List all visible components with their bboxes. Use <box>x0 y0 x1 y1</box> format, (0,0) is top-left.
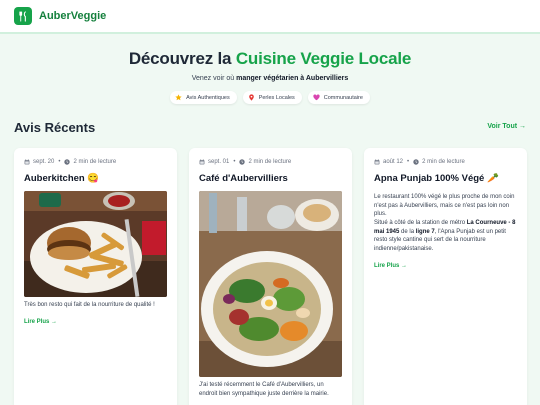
brand-name[interactable]: AuberVeggie <box>39 10 106 22</box>
feature-badges: Avis Authentiques Perles Locales Communa… <box>0 91 540 104</box>
card-title[interactable]: Auberkitchen 😋 <box>24 173 167 185</box>
card-title[interactable]: Café d'Aubervilliers <box>199 173 342 185</box>
card-read-time: 2 min de lecture <box>73 159 117 165</box>
calendar-icon <box>374 159 380 165</box>
review-card-apna-punjab[interactable]: août 12 • 2 min de lecture Apna Punjab 1… <box>364 148 527 405</box>
card-read-time: 2 min de lecture <box>248 159 292 165</box>
badge-community: Communautaire <box>307 91 370 104</box>
separator-dot: • <box>407 159 410 165</box>
hero-title: Découvrez la Cuisine Veggie Locale <box>0 49 540 69</box>
navbar: AuberVeggie <box>0 0 540 34</box>
heart-icon <box>313 94 320 101</box>
burger-fries-photo[interactable] <box>24 191 167 297</box>
calendar-icon <box>24 159 30 165</box>
hero-subtitle-prefix: Venez voir où <box>191 75 237 82</box>
badge-label: Communautaire <box>323 94 363 101</box>
read-more-link[interactable]: Lire Plus → <box>374 263 517 269</box>
salad-plate-photo[interactable] <box>199 191 342 377</box>
clock-icon <box>239 159 246 165</box>
hero-subtitle-bold: manger végétarien à Aubervilliers <box>236 75 349 82</box>
hero-subtitle: Venez voir où manger végétarien à Auberv… <box>0 75 540 82</box>
card-excerpt: Très bon resto qui fait de la nourriture… <box>24 302 155 308</box>
excerpt-metro-line: ligne 7 <box>415 228 435 235</box>
see-all-link[interactable]: Voir Tout → <box>487 123 526 130</box>
fork-knife-logo-icon[interactable] <box>14 7 32 25</box>
hero: Découvrez la Cuisine Veggie Locale Venez… <box>0 34 540 118</box>
clock-icon <box>64 159 71 165</box>
badge-label: Perles Locales <box>258 94 295 101</box>
card-date: août 12 <box>383 159 404 165</box>
star-icon <box>175 94 182 101</box>
excerpt-text: Situé à côté de la station de métro <box>374 220 467 227</box>
separator-dot: • <box>233 159 236 165</box>
card-title[interactable]: Apna Punjab 100% Végé 🥕 <box>374 173 517 185</box>
location-pin-icon <box>248 94 254 101</box>
review-card-auberkitchen[interactable]: sept. 20 • 2 min de lecture Auberkitchen… <box>14 148 177 405</box>
hero-title-prefix: Découvrez la <box>128 49 236 68</box>
card-read-time: 2 min de lecture <box>422 159 465 165</box>
badge-authentic-reviews: Avis Authentiques <box>170 91 237 104</box>
card-date: sept. 20 <box>33 159 55 165</box>
badge-label: Avis Authentiques <box>186 94 230 101</box>
review-card-cafe-aubervilliers[interactable]: sept. 01 • 2 min de lecture Café d'Auber… <box>189 148 352 405</box>
clock-icon <box>413 159 419 165</box>
card-meta: août 12 • 2 min de lecture <box>374 158 517 166</box>
card-date: sept. 01 <box>208 159 230 165</box>
card-meta: sept. 20 • 2 min de lecture <box>24 158 167 166</box>
section-title: Avis Récents <box>14 120 96 135</box>
badge-local-gems: Perles Locales <box>242 91 302 104</box>
card-excerpt: J'ai testé récemment le Café d'Aubervill… <box>199 382 329 397</box>
card-excerpt: Le restaurant 100% végé le plus proche d… <box>374 193 517 254</box>
excerpt-text: de la <box>399 228 416 235</box>
read-more-link[interactable]: Lire Plus → <box>24 319 167 325</box>
hero-title-accent: Cuisine Veggie Locale <box>235 49 412 68</box>
excerpt-paragraph-1: Le restaurant 100% végé le plus proche d… <box>374 194 515 218</box>
card-meta: sept. 01 • 2 min de lecture <box>199 158 342 166</box>
separator-dot: • <box>58 159 61 165</box>
calendar-icon <box>199 159 205 165</box>
